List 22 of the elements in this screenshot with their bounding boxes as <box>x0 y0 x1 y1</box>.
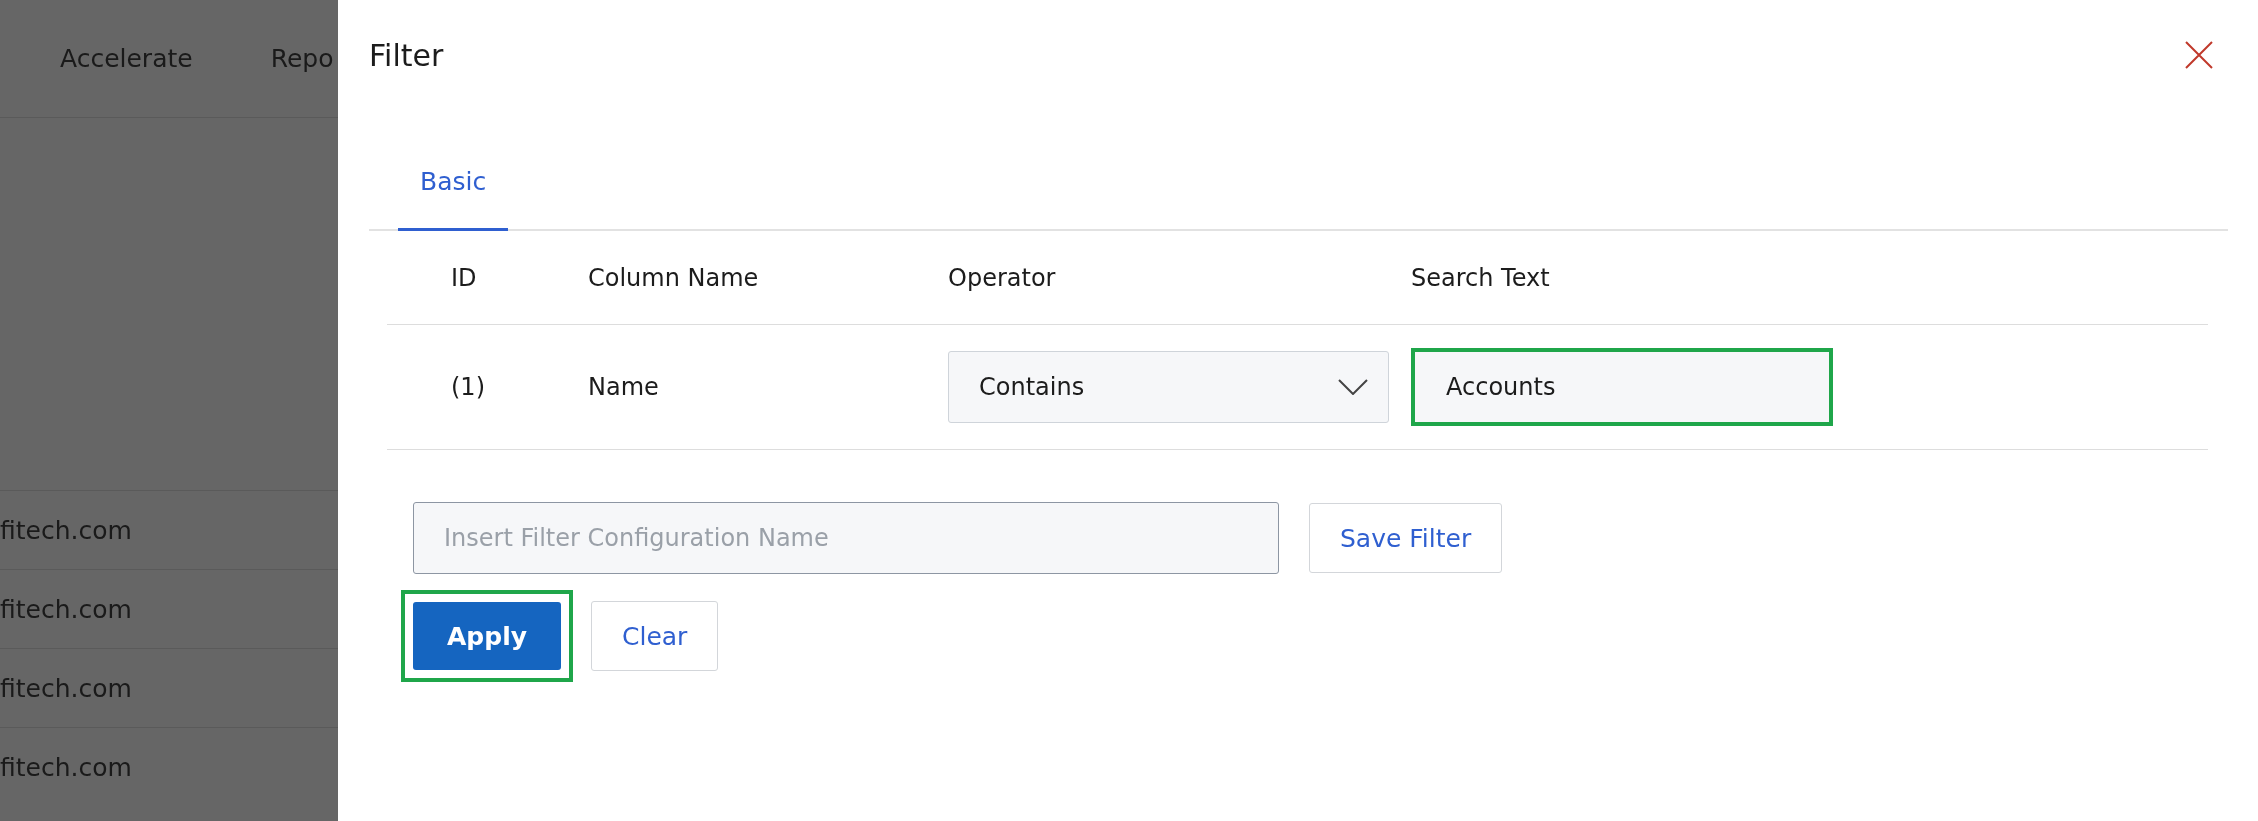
save-filter-button[interactable]: Save Filter <box>1309 503 1503 573</box>
column-header: Operator <box>948 263 1057 292</box>
tab[interactable]: Basic <box>398 110 509 231</box>
apply-button[interactable]: Apply <box>413 602 561 670</box>
panel-title: Filter <box>369 37 444 73</box>
column-header: Search Text <box>1411 263 1551 292</box>
close-icon[interactable] <box>2184 40 2214 70</box>
table-cell: fitech.com <box>0 594 132 624</box>
column-header: Column Name <box>588 263 760 292</box>
table-cell-text: (1) <box>450 373 486 401</box>
operator-dropdown[interactable]: Contains <box>948 351 1389 423</box>
nav-link[interactable]: Accelerate <box>60 44 193 73</box>
table-cell: fitech.com <box>0 752 132 782</box>
table-cell: fitech.com <box>0 515 132 545</box>
table-cell: fitech.com <box>0 673 132 703</box>
clear-button[interactable]: Clear <box>591 601 719 671</box>
table-cell-text: Name <box>588 373 660 401</box>
column-header: ID <box>450 263 478 292</box>
nav-link[interactable]: Repo <box>270 44 334 73</box>
config-name-field[interactable]: Insert Filter Configuration Name <box>413 502 1279 574</box>
search-text-field[interactable]: Accounts <box>1411 348 1833 426</box>
chevron-down-icon <box>1338 379 1368 395</box>
